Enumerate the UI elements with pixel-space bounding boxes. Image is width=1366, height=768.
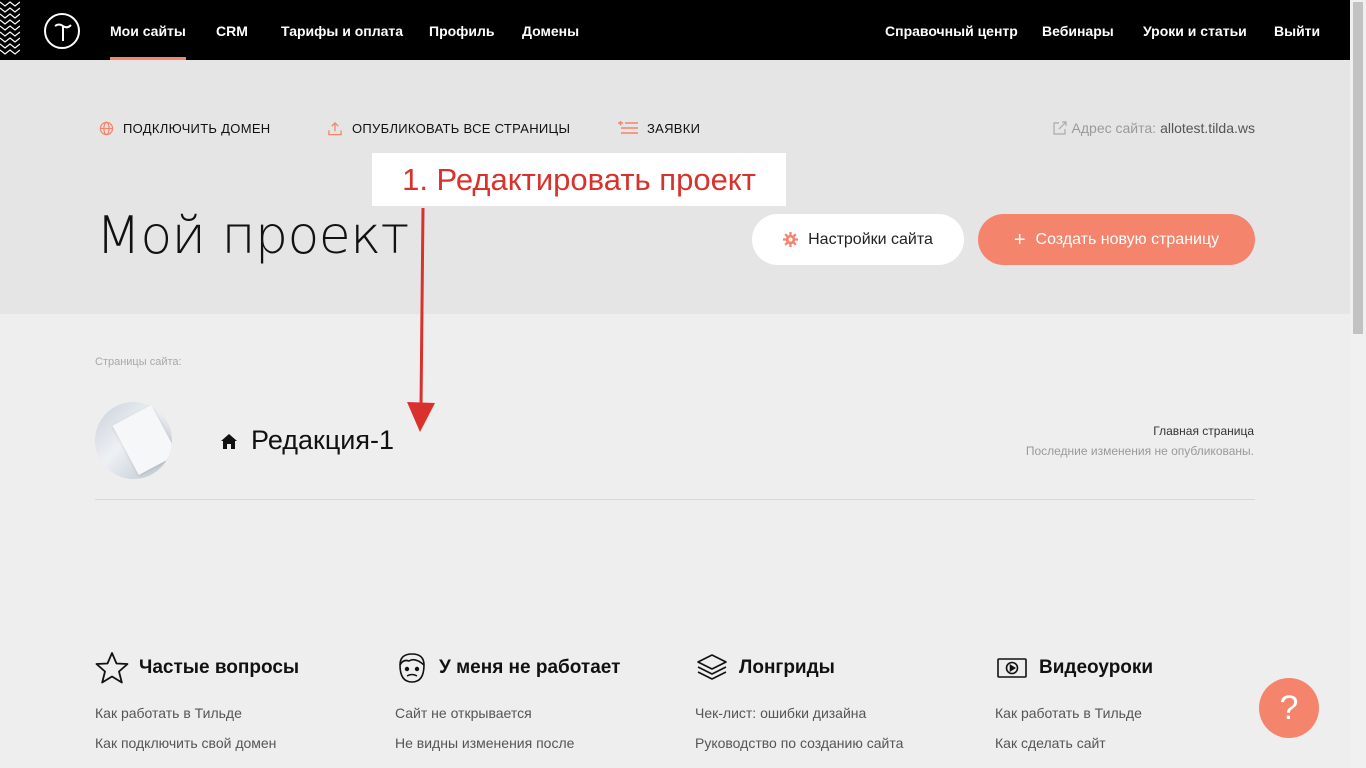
help-link[interactable]: Не видны изменения после (395, 735, 675, 751)
nav-tariffs[interactable]: Тарифы и оплата (281, 0, 403, 60)
tilda-logo[interactable] (44, 13, 80, 49)
create-page-label: Создать новую страницу (1035, 230, 1220, 248)
plus-icon: + (1013, 228, 1026, 251)
help-link[interactable]: Чек-лист: ошибки дизайна (695, 705, 975, 721)
help-column-faq: Частые вопросы Как работать в Тильде Как… (95, 648, 375, 751)
top-navigation: Мои сайты CRM Тарифы и оплата Профиль До… (0, 0, 1350, 60)
upload-icon (328, 121, 342, 135)
annotation-callout: 1. Редактировать проект (372, 153, 786, 206)
help-heading: У меня не работает (439, 657, 621, 678)
page-thumbnail[interactable] (95, 402, 172, 479)
layers-icon (697, 654, 727, 680)
create-page-button[interactable]: + Создать новую страницу (978, 214, 1255, 265)
connect-domain-link[interactable]: ПОДКЛЮЧИТЬ ДОМЕН (99, 118, 270, 138)
leads-link[interactable]: ЗАЯВКИ (618, 118, 700, 138)
nav-webinars[interactable]: Вебинары (1042, 0, 1114, 60)
home-icon (221, 434, 237, 449)
nav-help-center[interactable]: Справочный центр (885, 0, 1018, 60)
help-link[interactable]: Как работать в Тильде (995, 705, 1275, 721)
help-link[interactable]: Руководство по созданию сайта (695, 735, 975, 751)
gear-icon (783, 232, 799, 247)
pages-section-label: Страницы сайта: (95, 356, 182, 368)
scrollbar-thumb[interactable] (1353, 2, 1363, 334)
help-column-longreads: Лонгриды Чек-лист: ошибки дизайна Руково… (695, 648, 975, 751)
nav-profile[interactable]: Профиль (429, 0, 495, 60)
page-title-link[interactable]: Редакция-1 (251, 425, 394, 456)
nav-my-sites[interactable]: Мои сайты (110, 0, 186, 60)
leads-label: ЗАЯВКИ (647, 120, 701, 136)
help-column-troubleshoot: У меня не работает Сайт не открывается Н… (395, 648, 675, 751)
publish-all-label: ОПУБЛИКОВАТЬ ВСЕ СТРАНИЦЫ (352, 120, 571, 136)
help-heading: Видеоуроки (1039, 657, 1154, 678)
site-settings-button[interactable]: Настройки сайта (752, 214, 964, 265)
nav-crm[interactable]: CRM (216, 0, 248, 60)
video-icon (997, 658, 1027, 678)
help-link[interactable]: Как подключить свой домен (95, 735, 375, 751)
page-role-label: Главная страница (1153, 424, 1254, 438)
star-icon (95, 652, 129, 684)
site-settings-label: Настройки сайта (808, 230, 933, 248)
site-address-label: Адрес сайта: (1071, 120, 1157, 136)
help-link[interactable]: Как работать в Тильде (95, 705, 375, 721)
nav-logout[interactable]: Выйти (1274, 0, 1320, 60)
help-link[interactable]: Как сделать сайт (995, 735, 1275, 751)
connect-domain-label: ПОДКЛЮЧИТЬ ДОМЕН (123, 120, 271, 136)
tilda-logo-icon (54, 23, 72, 41)
nav-domains[interactable]: Домены (522, 0, 579, 60)
help-heading: Частые вопросы (139, 657, 300, 678)
zigzag-pattern-icon (0, 1, 20, 55)
help-chat-button[interactable]: ? (1259, 678, 1319, 738)
page-status-label: Последние изменения не опубликованы. (1025, 444, 1254, 458)
help-link[interactable]: Сайт не открывается (395, 705, 675, 721)
annotation-arrow-icon (407, 207, 435, 432)
list-divider (95, 499, 1255, 500)
globe-icon (99, 121, 114, 135)
external-link-icon (1052, 121, 1067, 135)
confused-face-icon (399, 653, 425, 683)
publish-all-link[interactable]: ОПУБЛИКОВАТЬ ВСЕ СТРАНИЦЫ (327, 118, 570, 138)
help-heading: Лонгриды (739, 657, 835, 678)
site-address: Адрес сайта: allotest.tilda.ws (1052, 118, 1255, 138)
list-add-icon (618, 121, 638, 134)
nav-lessons[interactable]: Уроки и статьи (1143, 0, 1247, 60)
page-scrollbar[interactable] (1350, 0, 1366, 768)
site-address-link[interactable]: allotest.tilda.ws (1160, 120, 1255, 136)
project-title: Мой проект (96, 206, 409, 266)
help-column-video: Видеоуроки Как работать в Тильде Как сде… (995, 648, 1275, 751)
